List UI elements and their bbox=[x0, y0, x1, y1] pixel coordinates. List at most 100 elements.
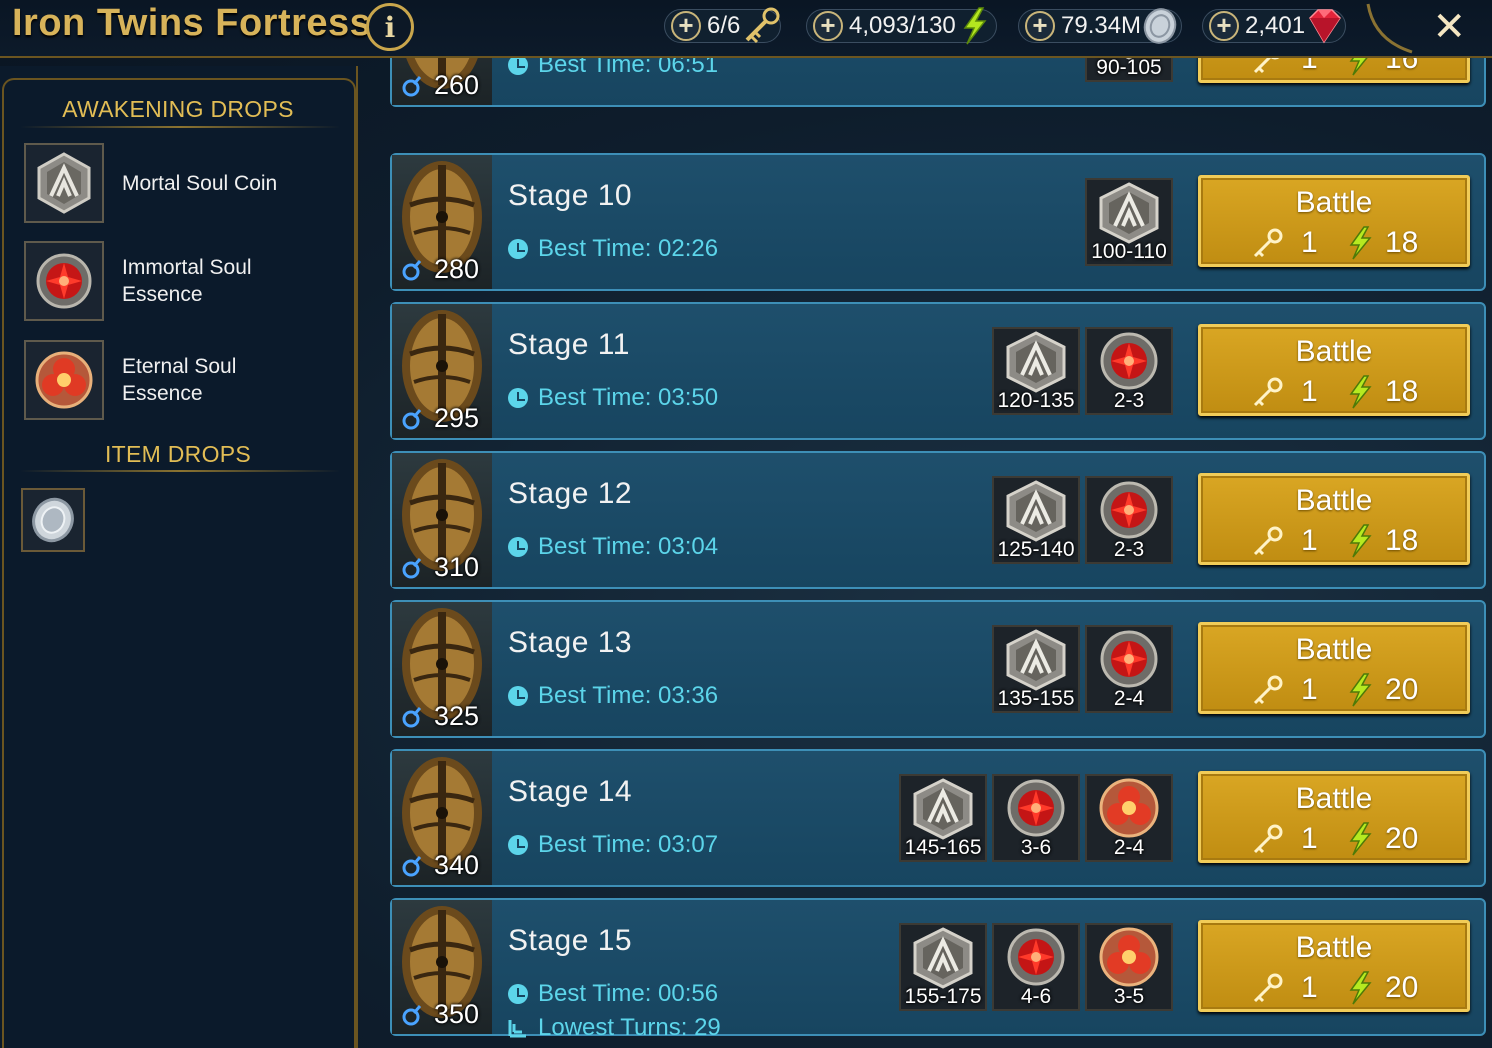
reward-coin[interactable]: 90-105 bbox=[1085, 58, 1173, 82]
drop-item-eternal-soul-essence[interactable]: Eternal Soul Essence bbox=[24, 340, 344, 420]
power-icon bbox=[402, 259, 422, 280]
energy-bolt-icon bbox=[1349, 226, 1372, 260]
best-time: Best Time: 03:04 bbox=[508, 533, 718, 561]
item-drop-silver[interactable] bbox=[21, 488, 85, 552]
reward-count: 4-6 bbox=[1020, 985, 1052, 1008]
power-icon bbox=[402, 557, 422, 578]
battle-cost: 1 18 bbox=[1251, 375, 1451, 409]
clock-icon bbox=[508, 239, 528, 259]
key-cost: 1 bbox=[1301, 524, 1318, 557]
reward-immortal[interactable]: 2-3 bbox=[1085, 476, 1173, 564]
stage-row[interactable]: 295 Stage 11 Best Time: 03:50 120-135 2-3 Bat… bbox=[390, 302, 1486, 440]
reward-count: 2-3 bbox=[1113, 389, 1145, 412]
stage-name: Stage 14 bbox=[508, 775, 633, 808]
reward-eternal[interactable]: 2-4 bbox=[1085, 774, 1173, 862]
reward-eternal[interactable]: 3-5 bbox=[1085, 923, 1173, 1011]
stage-power: 350 bbox=[402, 999, 479, 1030]
battle-cost: 1 18 bbox=[1251, 524, 1451, 558]
energy-bolt-icon bbox=[1349, 375, 1372, 409]
battle-button[interactable]: Battle 1 18 bbox=[1198, 324, 1470, 416]
stage-name: Stage 11 bbox=[508, 328, 630, 361]
key-cost: 1 bbox=[1301, 822, 1318, 855]
divider bbox=[20, 126, 340, 128]
resource-keys: + 6/6 bbox=[664, 6, 782, 46]
info-button[interactable]: i bbox=[366, 3, 414, 51]
screen: Iron Twins Fortress i + 6/6 + 4,093/130 bbox=[0, 0, 1492, 1048]
add-energy-button[interactable]: + bbox=[813, 11, 843, 41]
reward-count: 3-5 bbox=[1113, 985, 1145, 1008]
power-icon bbox=[402, 75, 422, 96]
stage-row[interactable]: 260 Best Time: 06:51 90-105 Battle116 bbox=[390, 58, 1486, 107]
corner-ornament bbox=[1366, 3, 1413, 54]
close-button[interactable]: ✕ bbox=[1432, 4, 1466, 50]
best-time: Best Time: 03:36 bbox=[508, 682, 718, 710]
battle-button[interactable]: Battle 1 18 bbox=[1198, 473, 1470, 565]
silver-coin-icon bbox=[1143, 8, 1177, 44]
reward-coin[interactable]: 100-110 bbox=[1085, 178, 1173, 266]
mortal-soul-coin-icon bbox=[24, 143, 104, 223]
reward-immortal[interactable]: 3-6 bbox=[992, 774, 1080, 862]
power-icon bbox=[402, 1004, 422, 1025]
reward-coin[interactable]: 135-155 bbox=[992, 625, 1080, 713]
battle-label: Battle bbox=[1295, 633, 1373, 666]
battle-button[interactable]: Battle 1 20 bbox=[1198, 920, 1470, 1012]
drop-label: Mortal Soul Coin bbox=[122, 171, 278, 195]
battle-cost: 1 20 bbox=[1251, 971, 1451, 1005]
silver-value: 79.34M bbox=[1061, 12, 1142, 39]
drop-item-immortal-soul-essence[interactable]: Immortal Soul Essence bbox=[24, 241, 344, 321]
energy-bolt-icon bbox=[1349, 971, 1372, 1005]
reward-coin[interactable]: 145-165 bbox=[899, 774, 987, 862]
best-time-text: Best Time: 03:50 bbox=[538, 384, 719, 411]
battle-label: Battle bbox=[1295, 484, 1373, 517]
stage-power: 260 bbox=[402, 70, 479, 101]
resource-gems: + 2,401 bbox=[1202, 6, 1347, 46]
lowest-turns-text: Lowest Turns: 29 bbox=[538, 1014, 721, 1041]
drops-panel: AWAKENING DROPS Mortal Soul Coin Immorta… bbox=[0, 66, 358, 1048]
power-value: 350 bbox=[434, 999, 480, 1029]
silver-coin-icon bbox=[32, 497, 74, 543]
reward-coin[interactable]: 125-140 bbox=[992, 476, 1080, 564]
power-value: 280 bbox=[434, 254, 480, 284]
key-cost: 1 bbox=[1301, 58, 1318, 75]
stage-row[interactable]: 325 Stage 13 Best Time: 03:36 135-155 2-4 Bat… bbox=[390, 600, 1486, 738]
stage-row[interactable]: 350 Stage 15 Best Time: 00:56 Lowest Turns:… bbox=[390, 898, 1486, 1041]
best-time: Best Time: 06:51 bbox=[508, 58, 718, 79]
add-gems-button[interactable]: + bbox=[1209, 11, 1239, 41]
power-icon bbox=[402, 855, 422, 876]
stage-power: 340 bbox=[402, 850, 479, 881]
battle-label: Battle bbox=[1295, 931, 1373, 964]
best-time-text: Best Time: 06:51 bbox=[538, 58, 719, 78]
add-keys-button[interactable]: + bbox=[671, 11, 701, 41]
stage-row[interactable]: 340 Stage 14 Best Time: 03:07 145-165 3-6 2-4… bbox=[390, 749, 1486, 887]
add-silver-button[interactable]: + bbox=[1025, 11, 1055, 41]
battle-button[interactable]: Battle116 bbox=[1198, 58, 1470, 83]
drop-item-mortal-soul-coin[interactable]: Mortal Soul Coin bbox=[24, 143, 344, 223]
battle-button[interactable]: Battle 1 20 bbox=[1198, 771, 1470, 863]
lowest-turns: Lowest Turns: 29 bbox=[508, 1014, 721, 1042]
drop-label: Eternal Soul Essence bbox=[122, 355, 237, 405]
best-time: Best Time: 00:56 bbox=[508, 980, 718, 1008]
resource-energy: + 4,093/130 bbox=[806, 6, 997, 46]
reward-coin[interactable]: 155-175 bbox=[899, 923, 987, 1011]
reward-immortal[interactable]: 2-3 bbox=[1085, 327, 1173, 415]
stage-row[interactable]: 280 Stage 10 Best Time: 02:26 100-110 Battle… bbox=[390, 153, 1486, 291]
stage-name: Stage 13 bbox=[508, 626, 633, 659]
energy-bolt-icon bbox=[1349, 524, 1372, 558]
reward-immortal[interactable]: 2-4 bbox=[1085, 625, 1173, 713]
key-cost: 1 bbox=[1301, 673, 1318, 706]
key-icon bbox=[1253, 526, 1283, 556]
stage-row[interactable]: 310 Stage 12 Best Time: 03:04 125-140 2-3 Bat… bbox=[390, 451, 1486, 589]
panel-frame bbox=[2, 78, 356, 1048]
energy-bolt-icon bbox=[1349, 673, 1372, 707]
battle-cost: 1 20 bbox=[1251, 822, 1451, 856]
battle-button[interactable]: Battle 1 20 bbox=[1198, 622, 1470, 714]
reward-coin[interactable]: 120-135 bbox=[992, 327, 1080, 415]
battle-button[interactable]: Battle 1 18 bbox=[1198, 175, 1470, 267]
top-bar: Iron Twins Fortress i + 6/6 + 4,093/130 bbox=[0, 0, 1492, 58]
stage-list[interactable]: 260 Best Time: 06:51 90-105 Battle 1 16 280 Sta… bbox=[388, 58, 1492, 1048]
reward-count: 3-6 bbox=[1020, 836, 1052, 859]
key-icon bbox=[1253, 824, 1283, 854]
best-time-text: Best Time: 00:56 bbox=[538, 980, 719, 1007]
reward-immortal[interactable]: 4-6 bbox=[992, 923, 1080, 1011]
battle-label: Battle bbox=[1295, 335, 1373, 368]
